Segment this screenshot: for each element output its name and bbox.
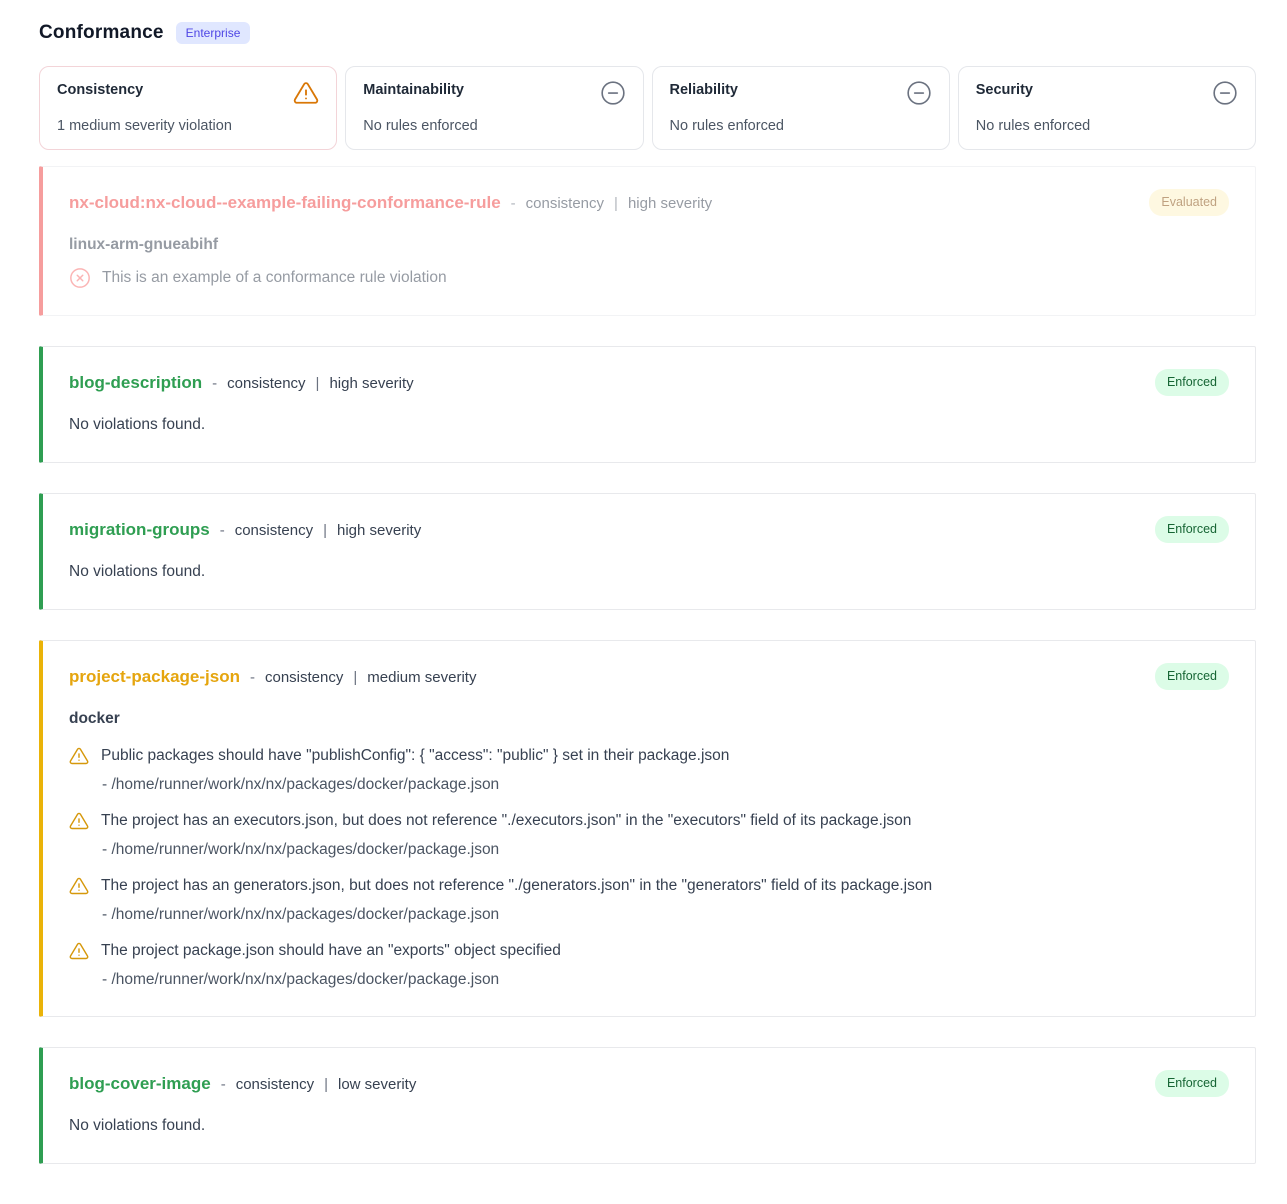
violation-path: - /home/runner/work/nx/nx/packages/docke… (102, 774, 1229, 795)
rule-card-project-package-json: project-package-json - consistency | med… (39, 640, 1256, 1017)
page-title: Conformance (39, 22, 164, 44)
warning-triangle-icon (293, 80, 319, 106)
summary-card-consistency: Consistency 1 medium severity violation (39, 66, 337, 150)
rule-card-blog-description: blog-description - consistency | high se… (39, 346, 1256, 463)
rule-name-link[interactable]: blog-description (69, 371, 202, 395)
pipe-separator: | (353, 669, 357, 686)
summary-cards-row: Consistency 1 medium severity violation … (39, 66, 1256, 150)
project-name: docker (69, 708, 1229, 730)
rule-severity: high severity (329, 375, 413, 392)
rule-category: consistency (526, 195, 604, 212)
circle-minus-icon (600, 80, 626, 106)
dash-separator: - (250, 669, 255, 686)
warning-triangle-icon (69, 811, 89, 831)
no-violations-text: No violations found. (69, 1115, 1229, 1137)
violation-path: - /home/runner/work/nx/nx/packages/docke… (102, 904, 1229, 925)
project-name: linux-arm-gnueabihf (69, 234, 1229, 256)
rule-category: consistency (235, 522, 313, 539)
pipe-separator: | (323, 522, 327, 539)
rule-card-migration-groups: migration-groups - consistency | high se… (39, 493, 1256, 610)
no-violations-text: No violations found. (69, 414, 1229, 436)
violation-item: The project has an generators.json, but … (69, 875, 1229, 925)
summary-card-status: 1 medium severity violation (57, 118, 319, 134)
status-badge: Enforced (1155, 663, 1229, 690)
summary-card-title: Security (976, 82, 1033, 98)
rule-name-link[interactable]: migration-groups (69, 518, 210, 542)
violation-item: The project package.json should have an … (69, 940, 1229, 990)
violation-path: - /home/runner/work/nx/nx/packages/docke… (102, 839, 1229, 860)
summary-card-status: No rules enforced (670, 118, 932, 134)
status-badge: Enforced (1155, 369, 1229, 396)
violation-message: This is an example of a conformance rule… (102, 269, 447, 287)
page-header: Conformance Enterprise (39, 22, 1256, 44)
rule-card-example-failing: nx-cloud:nx-cloud--example-failing-confo… (39, 166, 1256, 316)
dash-separator: - (511, 195, 516, 212)
status-badge: Enforced (1155, 1070, 1229, 1097)
rule-name-link[interactable]: blog-cover-image (69, 1072, 211, 1096)
rule-category: consistency (265, 669, 343, 686)
circle-minus-icon (1212, 80, 1238, 106)
summary-card-reliability: Reliability No rules enforced (652, 66, 950, 150)
rule-severity: high severity (628, 195, 712, 212)
circle-x-icon (69, 267, 91, 289)
violation-message: The project has an executors.json, but d… (101, 810, 911, 831)
pipe-separator: | (324, 1076, 328, 1093)
summary-card-title: Consistency (57, 82, 143, 98)
status-badge: Enforced (1155, 516, 1229, 543)
pipe-separator: | (614, 195, 618, 212)
warning-triangle-icon (69, 941, 89, 961)
rule-severity: low severity (338, 1076, 416, 1093)
violation-item: Public packages should have "publishConf… (69, 745, 1229, 795)
dash-separator: - (221, 1076, 226, 1093)
rule-category: consistency (227, 375, 305, 392)
violation-message: Public packages should have "publishConf… (101, 745, 729, 766)
violation-message: The project package.json should have an … (101, 940, 561, 961)
violation-message: The project has an generators.json, but … (101, 875, 932, 896)
rule-severity: medium severity (367, 669, 476, 686)
no-violations-text: No violations found. (69, 561, 1229, 583)
summary-card-title: Maintainability (363, 82, 464, 98)
summary-card-security: Security No rules enforced (958, 66, 1256, 150)
rule-category: consistency (236, 1076, 314, 1093)
enterprise-badge: Enterprise (176, 22, 251, 44)
summary-card-maintainability: Maintainability No rules enforced (345, 66, 643, 150)
pipe-separator: | (316, 375, 320, 392)
warning-triangle-icon (69, 746, 89, 766)
dash-separator: - (212, 375, 217, 392)
rule-name-link[interactable]: nx-cloud:nx-cloud--example-failing-confo… (69, 191, 501, 215)
violation-item: The project has an executors.json, but d… (69, 810, 1229, 860)
conformance-page: Conformance Enterprise Consistency 1 med… (0, 0, 1287, 1204)
summary-card-title: Reliability (670, 82, 739, 98)
dash-separator: - (220, 522, 225, 539)
summary-card-status: No rules enforced (363, 118, 625, 134)
warning-triangle-icon (69, 876, 89, 896)
circle-minus-icon (906, 80, 932, 106)
rule-card-blog-cover-image: blog-cover-image - consistency | low sev… (39, 1047, 1256, 1164)
violation-path: - /home/runner/work/nx/nx/packages/docke… (102, 969, 1229, 990)
rule-name-link[interactable]: project-package-json (69, 665, 240, 689)
rule-severity: high severity (337, 522, 421, 539)
summary-card-status: No rules enforced (976, 118, 1238, 134)
status-badge: Evaluated (1149, 189, 1229, 216)
